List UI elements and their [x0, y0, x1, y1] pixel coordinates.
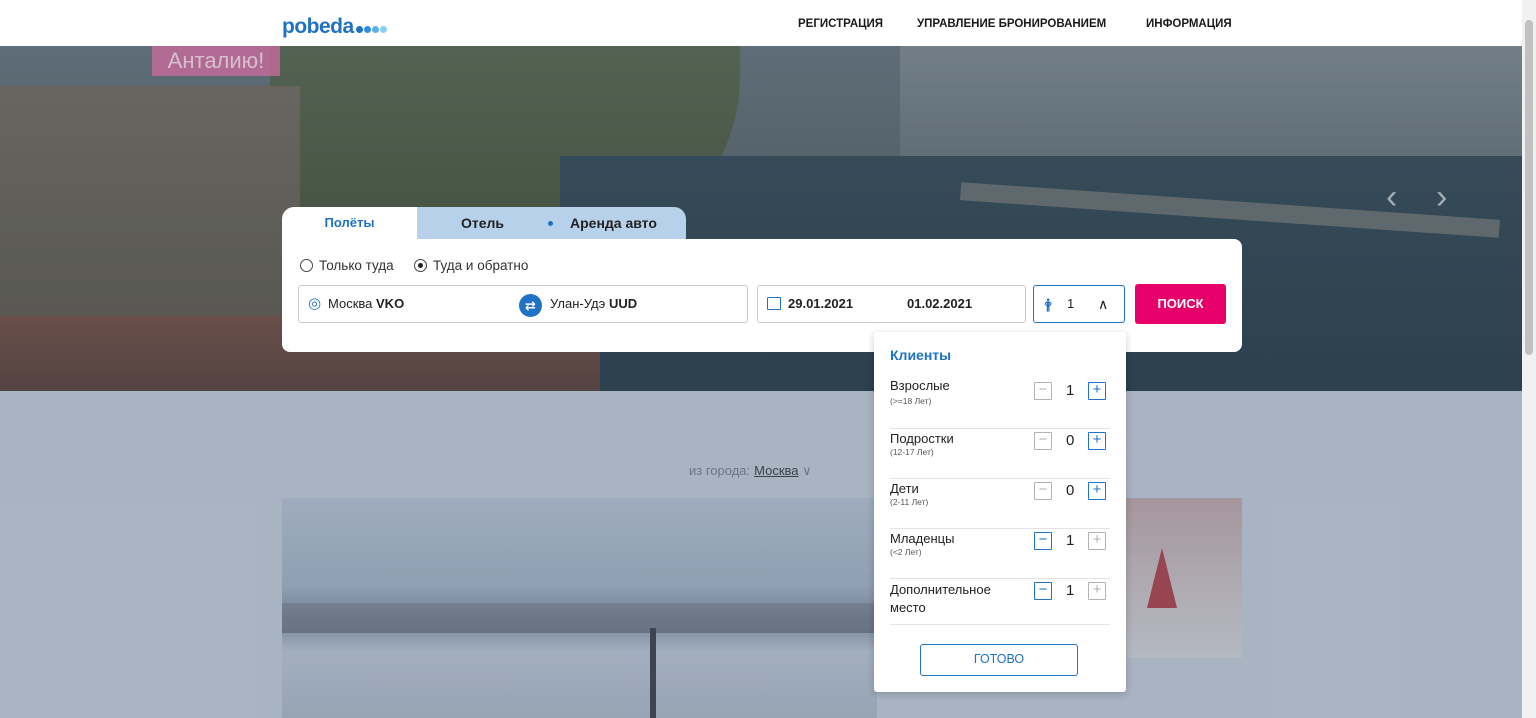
- tab-car-rental[interactable]: Аренда авто: [570, 207, 657, 240]
- location-pin-icon: ◎: [308, 295, 322, 312]
- minus-button[interactable]: −: [1034, 382, 1052, 400]
- radio-one-way[interactable]: Только туда: [300, 258, 394, 273]
- calendar-icon: [767, 297, 781, 310]
- hero-next-icon[interactable]: ›: [1436, 178, 1447, 217]
- passenger-row-extra-seat: Дополнительное место − 1 +: [890, 578, 1110, 625]
- return-date-field[interactable]: 01.02.2021: [896, 285, 1026, 323]
- plus-button[interactable]: +: [1088, 482, 1106, 500]
- plus-button[interactable]: +: [1088, 582, 1106, 600]
- search-button[interactable]: ПОИСК: [1135, 284, 1226, 324]
- tab-hotel[interactable]: Отель: [461, 207, 504, 240]
- logo[interactable]: pobeda: [282, 15, 388, 39]
- dropdown-title: Клиенты: [890, 347, 952, 363]
- radio-round-trip[interactable]: Туда и обратно: [414, 258, 528, 273]
- person-icon: 🛉: [1044, 296, 1053, 312]
- destination-field[interactable]: Улан-Удэ UUD: [530, 285, 748, 323]
- scrollbar-thumb[interactable]: [1525, 20, 1533, 355]
- tab-flights[interactable]: Полёты: [282, 207, 417, 240]
- passenger-row-teens: Подростки (12-17 Лет) − 0 +: [890, 428, 1110, 479]
- swap-direction-icon[interactable]: ⇄: [519, 294, 542, 317]
- departure-date-field[interactable]: 29.01.2021: [757, 285, 897, 323]
- nav-manage-booking[interactable]: УПРАВЛЕНИЕ БРОНИРОВАНИЕМ: [917, 18, 1106, 30]
- passengers-field[interactable]: 🛉 1 ∧: [1033, 285, 1125, 323]
- search-tabs: Полёты Отель Аренда авто: [282, 207, 686, 240]
- plus-button[interactable]: +: [1088, 432, 1106, 450]
- passenger-row-children: Дети (2-11 Лет) − 0 +: [890, 478, 1110, 529]
- radio-checked-icon: [414, 259, 427, 272]
- plus-button[interactable]: +: [1088, 382, 1106, 400]
- dim-overlay: [0, 391, 1522, 718]
- site-header: pobeda РЕГИСТРАЦИЯ УПРАВЛЕНИЕ БРОНИРОВАН…: [0, 6, 1522, 46]
- hero-banner[interactable]: Анталию!: [152, 46, 280, 76]
- passenger-row-infants: Младенцы (<2 Лет) − 1 +: [890, 528, 1110, 579]
- separator-dot-icon: [548, 221, 553, 226]
- passenger-row-adults: Взрослые (>=18 Лет) − 1 +: [890, 378, 1110, 429]
- passengers-dropdown: Клиенты Взрослые (>=18 Лет) − 1 + Подрос…: [874, 332, 1126, 692]
- minus-button[interactable]: −: [1034, 432, 1052, 450]
- minus-button[interactable]: −: [1034, 532, 1052, 550]
- logo-dots-icon: [355, 15, 388, 39]
- origin-field[interactable]: ◎ Москва VKO: [298, 285, 531, 323]
- chevron-up-icon: ∧: [1098, 296, 1109, 312]
- tab-group: Отель Аренда авто: [417, 207, 686, 240]
- done-button[interactable]: ГОТОВО: [920, 644, 1078, 676]
- minus-button[interactable]: −: [1034, 582, 1052, 600]
- nav-information[interactable]: ИНФОРМАЦИЯ: [1146, 18, 1232, 30]
- nav-checkin[interactable]: РЕГИСТРАЦИЯ: [798, 18, 883, 30]
- radio-unchecked-icon: [300, 259, 313, 272]
- minus-button[interactable]: −: [1034, 482, 1052, 500]
- plus-button[interactable]: +: [1088, 532, 1106, 550]
- hero-prev-icon[interactable]: ‹: [1386, 178, 1397, 217]
